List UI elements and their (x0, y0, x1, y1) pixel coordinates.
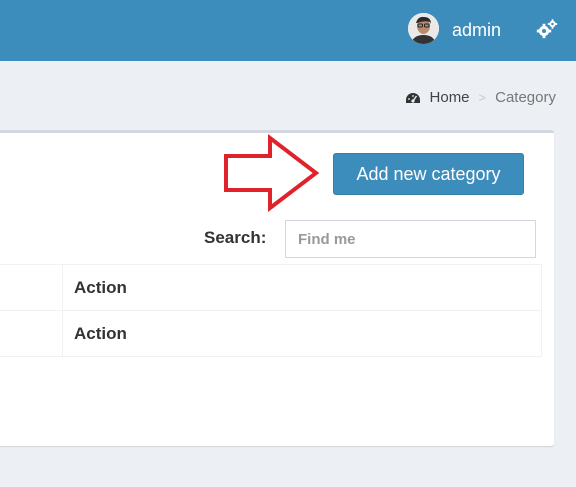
column-header-action[interactable]: Action (62, 264, 542, 311)
search-input[interactable] (285, 220, 536, 258)
annotation-arrow-icon (224, 134, 320, 212)
username-label[interactable]: admin (452, 19, 501, 41)
search-label: Search: (204, 228, 267, 247)
breadcrumb-separator: > (478, 90, 487, 105)
table-cell (0, 264, 63, 311)
table-footer-row: Action (0, 310, 542, 357)
table-header-row: Action (0, 264, 542, 311)
table-cell (0, 310, 63, 357)
category-table: Action Action (0, 264, 542, 357)
dashboard-icon (405, 93, 420, 103)
breadcrumb-current: Category (495, 89, 556, 106)
avatar-image (408, 13, 439, 44)
user-avatar[interactable] (408, 13, 439, 44)
add-new-category-button[interactable]: Add new category (333, 153, 524, 195)
gears-icon[interactable] (536, 18, 558, 40)
breadcrumb-home-link[interactable]: Home (430, 88, 470, 108)
breadcrumb: Home > Category (405, 88, 556, 108)
column-footer-action: Action (62, 310, 542, 357)
top-navbar: admin (0, 0, 576, 61)
